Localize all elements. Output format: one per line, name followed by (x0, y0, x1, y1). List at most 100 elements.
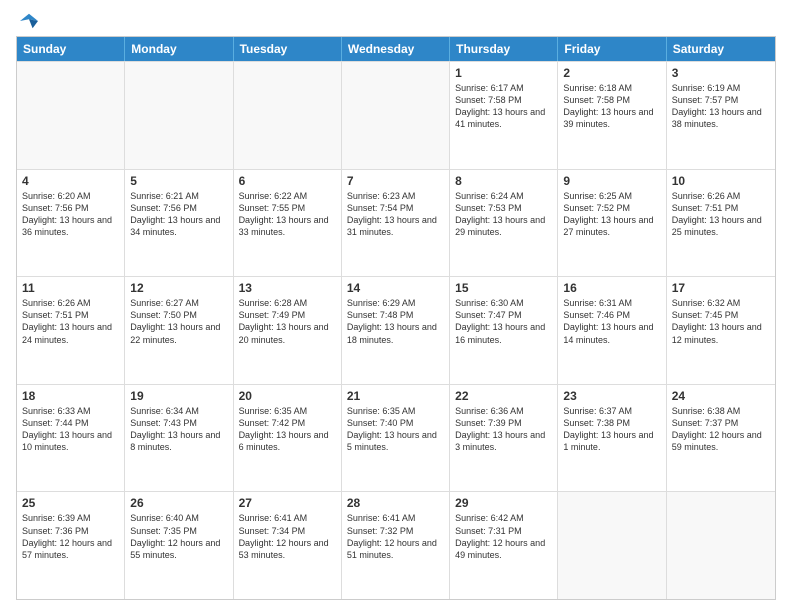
cal-cell-1-6: 10 Sunrise: 6:26 AM Sunset: 7:51 PM Dayli… (667, 170, 775, 277)
cal-cell-1-4: 8Sunrise: 6:24 AM Sunset: 7:53 PM Daylig… (450, 170, 558, 277)
page: SundayMondayTuesdayWednesdayThursdayFrid… (0, 0, 792, 612)
cal-cell-0-1 (125, 62, 233, 169)
cal-cell-0-3 (342, 62, 450, 169)
calendar: SundayMondayTuesdayWednesdayThursdayFrid… (16, 36, 776, 600)
header-day-wednesday: Wednesday (342, 37, 450, 61)
day-text: Sunrise: 6:30 AM Sunset: 7:47 PM Dayligh… (455, 297, 552, 346)
day-number: 29 (455, 496, 552, 510)
day-number: 10 (672, 174, 770, 188)
day-text: Sunrise: 6:36 AM Sunset: 7:39 PM Dayligh… (455, 405, 552, 454)
cal-cell-0-6: 3 Sunrise: 6:19 AM Sunset: 7:57 PM Daylig… (667, 62, 775, 169)
day-text: Sunrise: 6:26 AM Sunset: 7:51 PM Dayligh… (22, 297, 119, 346)
day-number: 18 (22, 389, 119, 403)
calendar-body: 1Sunrise: 6:17 AM Sunset: 7:58 PM Daylig… (17, 61, 775, 599)
cal-cell-4-0: 25 Sunrise: 6:39 AM Sunset: 7:36 PM Dayli… (17, 492, 125, 599)
cal-cell-1-5: 9 Sunrise: 6:25 AM Sunset: 7:52 PM Daylig… (558, 170, 666, 277)
cal-cell-3-1: 19 Sunrise: 6:34 AM Sunset: 7:43 PM Dayli… (125, 385, 233, 492)
cal-cell-0-0 (17, 62, 125, 169)
cal-cell-2-0: 11 Sunrise: 6:26 AM Sunset: 7:51 PM Dayli… (17, 277, 125, 384)
day-number: 12 (130, 281, 227, 295)
day-number: 14 (347, 281, 444, 295)
day-text: Sunrise: 6:35 AM Sunset: 7:40 PM Dayligh… (347, 405, 444, 454)
logo (16, 12, 38, 30)
week-row-2: 4 Sunrise: 6:20 AM Sunset: 7:56 PM Daylig… (17, 169, 775, 277)
cal-cell-1-0: 4 Sunrise: 6:20 AM Sunset: 7:56 PM Daylig… (17, 170, 125, 277)
header (16, 12, 776, 30)
day-text: Sunrise: 6:33 AM Sunset: 7:44 PM Dayligh… (22, 405, 119, 454)
week-row-5: 25 Sunrise: 6:39 AM Sunset: 7:36 PM Dayli… (17, 491, 775, 599)
day-number: 28 (347, 496, 444, 510)
day-number: 9 (563, 174, 660, 188)
day-text: Sunrise: 6:35 AM Sunset: 7:42 PM Dayligh… (239, 405, 336, 454)
cal-cell-3-3: 21 Sunrise: 6:35 AM Sunset: 7:40 PM Dayli… (342, 385, 450, 492)
cal-cell-4-2: 27 Sunrise: 6:41 AM Sunset: 7:34 PM Dayli… (234, 492, 342, 599)
day-text: Sunrise: 6:40 AM Sunset: 7:35 PM Dayligh… (130, 512, 227, 561)
day-number: 8 (455, 174, 552, 188)
day-text: Sunrise: 6:18 AM Sunset: 7:58 PM Dayligh… (563, 82, 660, 131)
cal-cell-1-1: 5 Sunrise: 6:21 AM Sunset: 7:56 PM Daylig… (125, 170, 233, 277)
day-text: Sunrise: 6:20 AM Sunset: 7:56 PM Dayligh… (22, 190, 119, 239)
cal-cell-4-3: 28 Sunrise: 6:41 AM Sunset: 7:32 PM Dayli… (342, 492, 450, 599)
cal-cell-2-3: 14 Sunrise: 6:29 AM Sunset: 7:48 PM Dayli… (342, 277, 450, 384)
cal-cell-4-4: 29 Sunrise: 6:42 AM Sunset: 7:31 PM Dayli… (450, 492, 558, 599)
day-text: Sunrise: 6:23 AM Sunset: 7:54 PM Dayligh… (347, 190, 444, 239)
day-number: 21 (347, 389, 444, 403)
day-number: 26 (130, 496, 227, 510)
day-text: Sunrise: 6:22 AM Sunset: 7:55 PM Dayligh… (239, 190, 336, 239)
day-number: 5 (130, 174, 227, 188)
day-text: Sunrise: 6:27 AM Sunset: 7:50 PM Dayligh… (130, 297, 227, 346)
cal-cell-3-2: 20 Sunrise: 6:35 AM Sunset: 7:42 PM Dayli… (234, 385, 342, 492)
day-number: 24 (672, 389, 770, 403)
day-number: 17 (672, 281, 770, 295)
cal-cell-0-2 (234, 62, 342, 169)
cal-cell-3-5: 23 Sunrise: 6:37 AM Sunset: 7:38 PM Dayli… (558, 385, 666, 492)
day-number: 6 (239, 174, 336, 188)
day-text: Sunrise: 6:26 AM Sunset: 7:51 PM Dayligh… (672, 190, 770, 239)
day-text: Sunrise: 6:34 AM Sunset: 7:43 PM Dayligh… (130, 405, 227, 454)
cal-cell-2-2: 13 Sunrise: 6:28 AM Sunset: 7:49 PM Dayli… (234, 277, 342, 384)
cal-cell-3-0: 18 Sunrise: 6:33 AM Sunset: 7:44 PM Dayli… (17, 385, 125, 492)
day-text: Sunrise: 6:39 AM Sunset: 7:36 PM Dayligh… (22, 512, 119, 561)
header-day-tuesday: Tuesday (234, 37, 342, 61)
day-number: 4 (22, 174, 119, 188)
week-row-4: 18 Sunrise: 6:33 AM Sunset: 7:44 PM Dayli… (17, 384, 775, 492)
day-text: Sunrise: 6:29 AM Sunset: 7:48 PM Dayligh… (347, 297, 444, 346)
calendar-header: SundayMondayTuesdayWednesdayThursdayFrid… (17, 37, 775, 61)
week-row-3: 11 Sunrise: 6:26 AM Sunset: 7:51 PM Dayli… (17, 276, 775, 384)
week-row-1: 1Sunrise: 6:17 AM Sunset: 7:58 PM Daylig… (17, 61, 775, 169)
day-text: Sunrise: 6:31 AM Sunset: 7:46 PM Dayligh… (563, 297, 660, 346)
day-number: 11 (22, 281, 119, 295)
cal-cell-1-2: 6 Sunrise: 6:22 AM Sunset: 7:55 PM Daylig… (234, 170, 342, 277)
day-text: Sunrise: 6:38 AM Sunset: 7:37 PM Dayligh… (672, 405, 770, 454)
day-text: Sunrise: 6:41 AM Sunset: 7:34 PM Dayligh… (239, 512, 336, 561)
cal-cell-4-1: 26 Sunrise: 6:40 AM Sunset: 7:35 PM Dayli… (125, 492, 233, 599)
day-number: 13 (239, 281, 336, 295)
cal-cell-0-5: 2 Sunrise: 6:18 AM Sunset: 7:58 PM Daylig… (558, 62, 666, 169)
day-text: Sunrise: 6:28 AM Sunset: 7:49 PM Dayligh… (239, 297, 336, 346)
day-number: 15 (455, 281, 552, 295)
cal-cell-2-6: 17Sunrise: 6:32 AM Sunset: 7:45 PM Dayli… (667, 277, 775, 384)
day-text: Sunrise: 6:37 AM Sunset: 7:38 PM Dayligh… (563, 405, 660, 454)
day-number: 23 (563, 389, 660, 403)
day-number: 22 (455, 389, 552, 403)
day-text: Sunrise: 6:42 AM Sunset: 7:31 PM Dayligh… (455, 512, 552, 561)
day-text: Sunrise: 6:25 AM Sunset: 7:52 PM Dayligh… (563, 190, 660, 239)
day-text: Sunrise: 6:19 AM Sunset: 7:57 PM Dayligh… (672, 82, 770, 131)
day-number: 16 (563, 281, 660, 295)
day-text: Sunrise: 6:41 AM Sunset: 7:32 PM Dayligh… (347, 512, 444, 561)
logo-bird-icon (20, 12, 38, 30)
header-day-thursday: Thursday (450, 37, 558, 61)
day-text: Sunrise: 6:21 AM Sunset: 7:56 PM Dayligh… (130, 190, 227, 239)
day-number: 2 (563, 66, 660, 80)
day-number: 20 (239, 389, 336, 403)
cal-cell-2-5: 16 Sunrise: 6:31 AM Sunset: 7:46 PM Dayli… (558, 277, 666, 384)
cal-cell-1-3: 7Sunrise: 6:23 AM Sunset: 7:54 PM Daylig… (342, 170, 450, 277)
cal-cell-2-1: 12 Sunrise: 6:27 AM Sunset: 7:50 PM Dayli… (125, 277, 233, 384)
day-number: 3 (672, 66, 770, 80)
day-number: 1 (455, 66, 552, 80)
day-number: 25 (22, 496, 119, 510)
day-number: 27 (239, 496, 336, 510)
header-day-sunday: Sunday (17, 37, 125, 61)
cal-cell-4-5 (558, 492, 666, 599)
day-number: 19 (130, 389, 227, 403)
